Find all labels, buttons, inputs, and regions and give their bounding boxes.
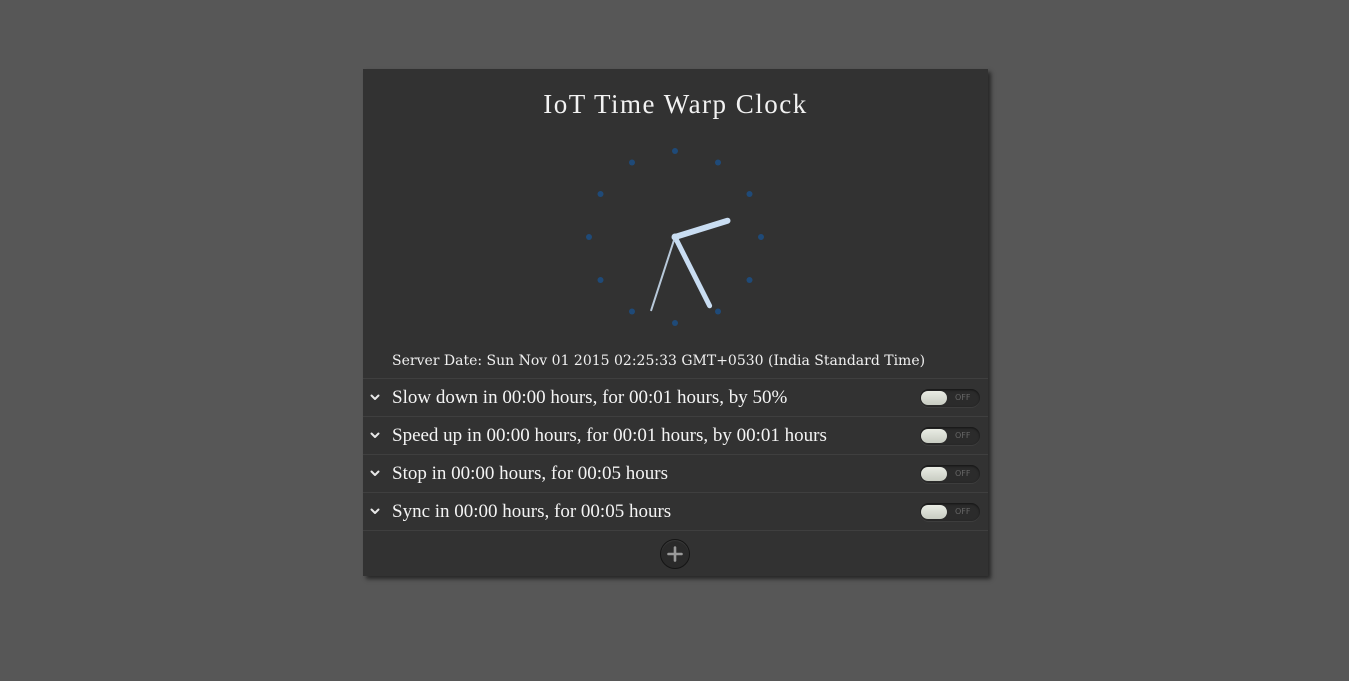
clock-panel: IoT Time Warp Clock Server Date: Sun Nov… [363, 69, 988, 576]
hour-marker [715, 308, 721, 315]
hour-marker [586, 234, 592, 240]
hour-marker [746, 277, 753, 283]
toggle-knob [921, 391, 947, 405]
rule-toggle[interactable]: OFF [920, 503, 980, 521]
hour-marker [629, 159, 635, 166]
rule-toggle[interactable]: OFF [920, 389, 980, 407]
rule-toggle[interactable]: OFF [920, 465, 980, 483]
chevron-down-icon[interactable] [370, 506, 380, 516]
rule-item: Speed up in 00:00 hours, for 00:01 hours… [363, 416, 988, 454]
minute-hand [672, 234, 713, 309]
toggle-state: OFF [955, 431, 971, 440]
hour-marker [597, 191, 604, 197]
rule-toggle[interactable]: OFF [920, 427, 980, 445]
hour-marker [746, 191, 753, 197]
toggle-knob [921, 467, 947, 481]
toggle-knob [921, 505, 947, 519]
rule-item: Stop in 00:00 hours, for 00:05 hours OFF [363, 454, 988, 492]
rule-label: Sync in 00:00 hours, for 00:05 hours [392, 501, 672, 522]
rule-list: Slow down in 00:00 hours, for 00:01 hour… [363, 378, 988, 531]
chevron-down-icon[interactable] [370, 392, 380, 402]
clock-hub [671, 233, 679, 241]
plus-icon [667, 546, 683, 562]
rule-item: Sync in 00:00 hours, for 00:05 hours OFF [363, 492, 988, 531]
toggle-knob [921, 429, 947, 443]
add-rule-button[interactable] [660, 539, 690, 569]
rule-label: Speed up in 00:00 hours, for 00:01 hours… [392, 425, 827, 446]
hour-hand [672, 217, 731, 240]
hour-marker [715, 159, 721, 166]
hour-marker [672, 148, 678, 154]
server-date: Server Date: Sun Nov 01 2015 02:25:33 GM… [392, 353, 926, 369]
rule-item: Slow down in 00:00 hours, for 00:01 hour… [363, 378, 988, 416]
rule-label: Stop in 00:00 hours, for 00:05 hours [392, 463, 669, 484]
chevron-down-icon[interactable] [370, 430, 380, 440]
hour-marker [629, 308, 635, 315]
rule-label: Slow down in 00:00 hours, for 00:01 hour… [392, 387, 788, 408]
toggle-state: OFF [955, 393, 971, 402]
hour-marker [758, 234, 764, 240]
analog-clock [586, 148, 764, 326]
hour-marker [597, 277, 604, 283]
chevron-down-icon[interactable] [370, 468, 380, 478]
second-hand [650, 236, 676, 312]
app-title: IoT Time Warp Clock [543, 89, 808, 119]
toggle-state: OFF [955, 507, 971, 516]
hour-marker [672, 320, 678, 326]
toggle-state: OFF [955, 469, 971, 478]
clock-hands [650, 217, 731, 312]
